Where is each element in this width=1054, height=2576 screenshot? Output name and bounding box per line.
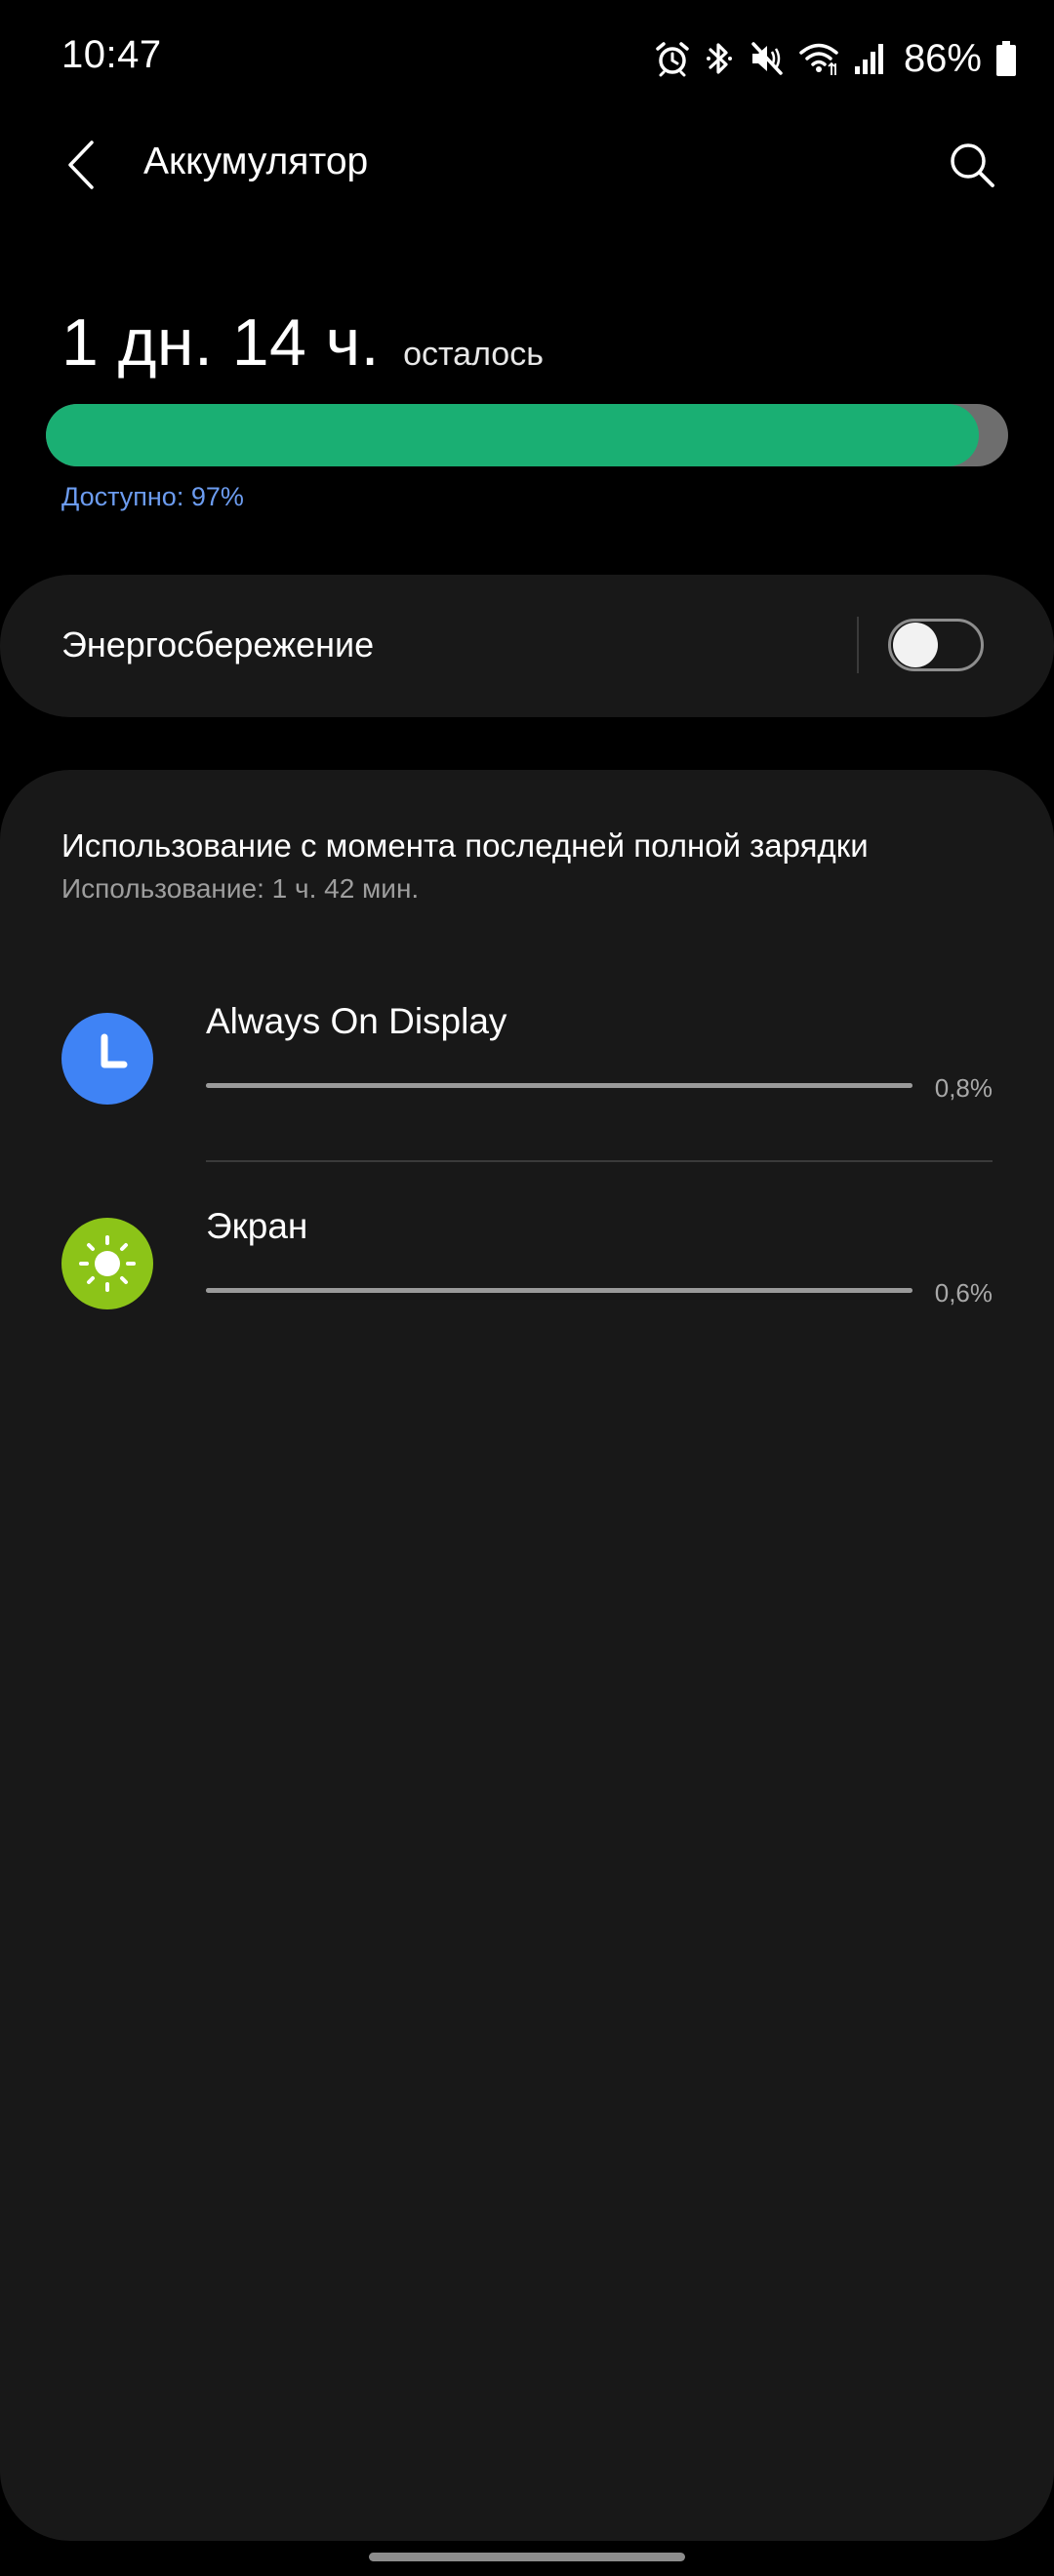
usage-item-percent: 0,6% bbox=[934, 1278, 993, 1308]
usage-divider bbox=[206, 1160, 993, 1162]
power-saving-divider bbox=[857, 617, 859, 673]
usage-subtitle: Использование: 1 ч. 42 мин. bbox=[61, 873, 420, 904]
usage-item-screen[interactable]: Экран 0,6% bbox=[0, 1181, 1054, 1347]
usage-item-bar-fill bbox=[206, 1288, 912, 1293]
home-indicator[interactable] bbox=[369, 2553, 685, 2561]
usage-item-bar bbox=[206, 1083, 912, 1088]
usage-item-name: Экран bbox=[206, 1206, 308, 1246]
sun-icon bbox=[61, 1218, 153, 1309]
battery-level-fill bbox=[46, 404, 980, 466]
vibrate-mute-icon bbox=[748, 40, 785, 77]
status-icons: 86% bbox=[654, 31, 1017, 86]
clock-icon bbox=[61, 1013, 153, 1105]
search-icon bbox=[951, 143, 994, 187]
remaining-time: 1 дн. 14 ч. bbox=[61, 305, 381, 380]
power-saving-toggle[interactable] bbox=[888, 619, 984, 671]
remaining-label: осталось bbox=[403, 336, 544, 373]
bluetooth-icon bbox=[705, 40, 734, 77]
usage-title: Использование с момента последней полной… bbox=[61, 827, 869, 864]
usage-item-bar-fill bbox=[206, 1083, 912, 1088]
toggle-knob bbox=[893, 623, 938, 667]
usage-item-always-on-display[interactable]: Always On Display 0,8% bbox=[0, 976, 1054, 1142]
cellular-signal-icon bbox=[853, 41, 886, 76]
back-button[interactable] bbox=[57, 135, 105, 195]
search-button[interactable] bbox=[943, 135, 1001, 195]
chevron-left-icon bbox=[68, 141, 94, 189]
battery-level-bar bbox=[46, 404, 1008, 466]
usage-item-bar bbox=[206, 1288, 912, 1293]
usage-item-percent: 0,8% bbox=[934, 1073, 993, 1103]
status-time: 10:47 bbox=[61, 33, 162, 76]
battery-available-text: Доступно: 97% bbox=[61, 482, 244, 511]
usage-item-name: Always On Display bbox=[206, 1001, 507, 1041]
power-saving-label: Энергосбережение bbox=[61, 624, 375, 664]
wifi-icon bbox=[798, 40, 839, 77]
page-title: Аккумулятор bbox=[143, 141, 369, 182]
battery-icon bbox=[995, 40, 1017, 77]
alarm-icon bbox=[654, 40, 691, 77]
battery-remaining: 1 дн. 14 ч. осталось bbox=[61, 304, 544, 381]
battery-percent: 86% bbox=[903, 36, 982, 80]
